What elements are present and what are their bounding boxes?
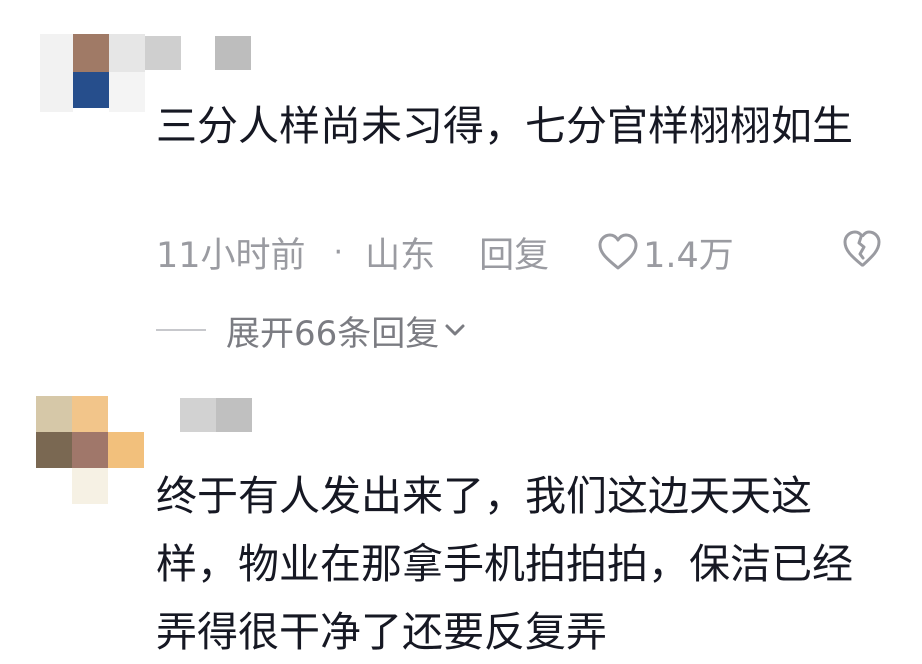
like-count: 1.4万 bbox=[643, 235, 734, 276]
comment-meta: 11小时前 · 山东 回复 1.4万 bbox=[156, 222, 882, 282]
chevron-down-icon bbox=[445, 324, 465, 336]
username[interactable] bbox=[180, 398, 252, 432]
heart-icon bbox=[598, 233, 638, 270]
broken-heart-icon bbox=[843, 230, 881, 267]
comment-item: 终于有人发出来了，我们这边天天这样，物业在那拿手机拍拍拍，保洁已经弄得很干净了还… bbox=[0, 380, 922, 664]
separator-dot: · bbox=[333, 234, 344, 270]
expand-replies-label: 展开66条回复 bbox=[226, 313, 440, 354]
comment-time: 11小时前 bbox=[156, 235, 306, 276]
comment-text: 终于有人发出来了，我们这边天天这样，物业在那拿手机拍拍拍，保洁已经弄得很干净了还… bbox=[156, 472, 853, 656]
like-button[interactable]: 1.4万 bbox=[597, 227, 734, 278]
avatar[interactable] bbox=[36, 396, 144, 504]
reply-button[interactable]: 回复 bbox=[479, 227, 549, 278]
avatar[interactable] bbox=[40, 32, 145, 114]
comment-text: 三分人样尚未习得，七分官样栩栩如生 bbox=[156, 102, 853, 150]
dislike-button[interactable] bbox=[842, 230, 882, 277]
divider-line bbox=[156, 329, 206, 331]
expand-replies-button[interactable]: 展开66条回复 bbox=[156, 302, 467, 358]
comment-location: 山东 bbox=[365, 235, 436, 276]
username[interactable] bbox=[145, 36, 251, 70]
comment-item: 三分人样尚未习得，七分官样栩栩如生 11小时前 · 山东 回复 1.4万 展开6… bbox=[0, 0, 922, 380]
